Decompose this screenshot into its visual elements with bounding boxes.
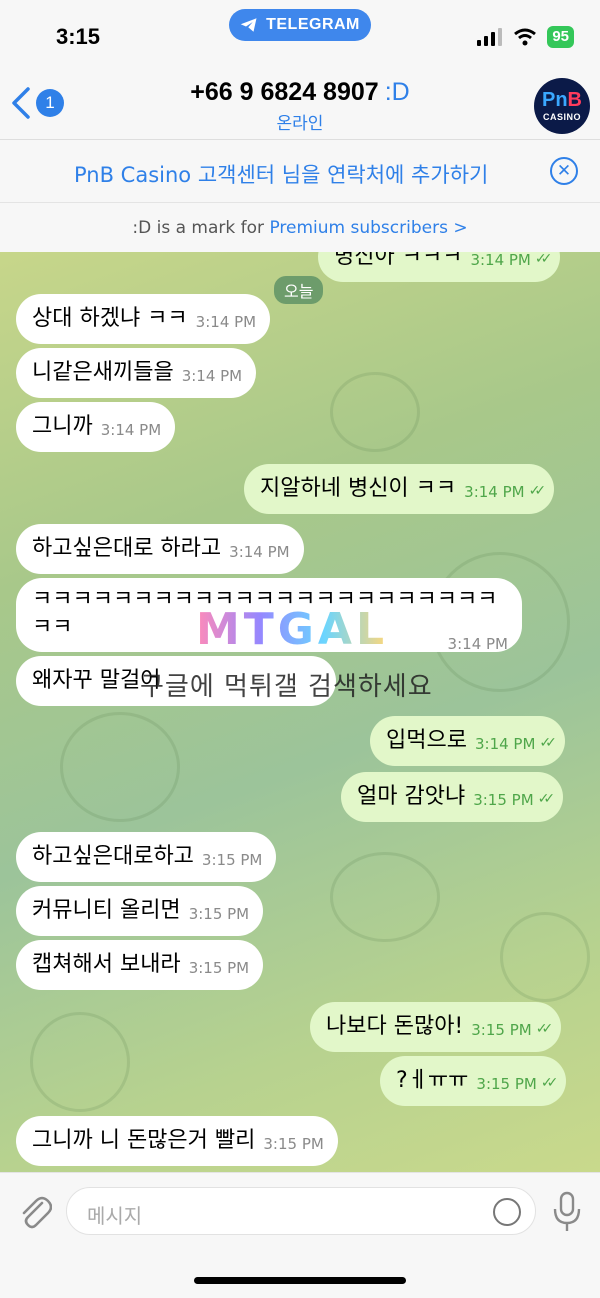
message-text: 지알하네 병신이 ㅋㅋ [260,476,457,501]
chat-header: 1 +66 9 6824 8907:D 온라인 PnB CASINO [0,62,600,140]
avatar[interactable]: PnB CASINO [534,78,590,134]
message-bubble-incoming[interactable]: 커뮤니티 올리면 3:15 PM [16,886,264,936]
status-icons: 95 [477,26,574,48]
premium-notice-text: :D is a mark for [132,218,270,238]
message-bubble-outgoing[interactable]: 병신아 ㅋㅋㅋ 3:14 PM ✓✓ [318,252,561,282]
paperclip-icon[interactable] [16,1191,52,1231]
read-checkmarks-icon: ✓✓ [537,791,556,807]
back-chevron-icon [12,87,30,119]
read-checkmarks-icon: ✓✓ [540,1075,559,1091]
message-time: 3:15 PM [473,791,534,809]
background-doodle [330,852,440,942]
message-bubble-incoming[interactable]: 그니까 니 돈많은거 빨리 3:15 PM [16,1116,338,1166]
message-bubble-incoming[interactable]: 하고싶은대로하고 3:15 PM [16,832,277,882]
message-bubble-incoming[interactable]: 니같은새끼들을 3:14 PM [16,348,257,398]
add-contact-bar: PnB Casino 고객센터 님을 연락처에 추가하기 ✕ [0,141,600,203]
message-time: 3:14 PM [181,367,243,385]
message-time: 3:14 PM [195,313,257,331]
message-text: 나보다 돈많아! [326,1014,464,1039]
background-doodle [330,372,420,452]
message-text: 그니까 [32,414,93,439]
message-text: 하고싶은대로하고 [32,844,194,869]
message-time: 3:14 PM [474,735,536,753]
chat-title: +66 9 6824 8907:D [110,78,490,107]
message-text: 캡쳐해서 보내라 [32,952,181,977]
message-time: 3:14 PM [100,421,162,439]
read-checkmarks-icon: ✓✓ [534,252,553,267]
message-input[interactable]: 메시지 [66,1187,536,1235]
avatar-logo-subtext: CASINO [542,112,581,122]
telegram-pill[interactable]: TELEGRAM [229,9,371,41]
background-doodle [500,912,590,1002]
background-doodle [60,712,180,822]
chat-area[interactable]: 병신아 ㅋㅋㅋ 3:14 PM ✓✓ 오늘 상대 하겠냐 ㅋㅋ 3:14 PM 니같은… [0,252,600,1172]
close-circle-icon[interactable]: ✕ [550,157,578,185]
message-text: ?ㅔㅠㅠ [396,1068,469,1093]
chat-title-area[interactable]: +66 9 6824 8907:D 온라인 [110,78,490,134]
mic-icon[interactable] [552,1189,582,1233]
premium-link[interactable]: Premium subscribers [269,218,447,238]
message-time: 3:15 PM [263,1135,324,1153]
message-bubble-outgoing[interactable]: 얼마 감앗냐 3:15 PM ✓✓ [341,772,564,822]
telegram-pill-label: TELEGRAM [266,16,360,33]
add-contact-link[interactable]: PnB Casino 고객센터 님을 연락처에 추가하기 [74,159,488,189]
message-bubble-incoming[interactable]: 하고싶은대로 하라고 3:14 PM [16,524,304,574]
watermark-logo: MTGAL [196,604,389,655]
avatar-logo-text: PnB [541,89,582,111]
read-checkmarks-icon: ✓✓ [539,735,557,751]
battery-indicator: 95 [547,26,574,48]
message-time: 3:15 PM [188,959,250,977]
message-text: 입먹으로 [386,728,467,753]
message-time: 3:14 PM [447,635,508,653]
message-time: 3:14 PM [470,252,531,269]
message-text: 상대 하겠냐 ㅋㅋ [32,306,188,331]
back-button[interactable]: 1 [10,86,64,120]
wifi-icon [514,28,537,46]
premium-mark: :D [384,78,410,106]
background-doodle [30,1012,130,1112]
telegram-icon [240,18,257,32]
message-time: 3:15 PM [188,905,250,923]
message-bubble-outgoing[interactable]: 입먹으로 3:14 PM ✓✓ [370,716,565,766]
signal-icon [477,28,503,46]
message-time: 3:15 PM [471,1021,532,1039]
sticker-icon[interactable] [493,1198,521,1226]
chevron-right-icon: > [453,218,468,238]
watermark-overlay-text: 구글에 먹튀갤 검색하세요 [140,672,433,702]
message-input-bar: 메시지 [0,1172,600,1298]
message-text: 니같은새끼들을 [32,360,174,385]
message-text: 하고싶은대로 하라고 [32,536,222,561]
read-checkmarks-icon: ✓✓ [528,483,547,499]
status-time: 3:15 [56,24,101,49]
message-bubble-outgoing[interactable]: 나보다 돈많아! 3:15 PM ✓✓ [310,1002,562,1052]
message-bubble-incoming[interactable]: 그니까 3:14 PM [16,402,176,452]
home-indicator [194,1277,406,1284]
message-time: 3:14 PM [464,483,525,501]
date-chip: 오늘 [274,276,324,304]
message-bubble-outgoing[interactable]: ?ㅔㅠㅠ 3:15 PM ✓✓ [380,1056,567,1106]
message-time: 3:15 PM [201,851,263,869]
message-text: 커뮤니티 올리면 [32,898,181,923]
message-text: 얼마 감앗냐 [357,784,466,809]
read-checkmarks-icon: ✓✓ [535,1021,554,1037]
message-time: 3:15 PM [476,1075,537,1093]
status-bar: 3:15 TELEGRAM 95 [0,0,600,62]
premium-notice: :D is a mark for Premium subscribers > [0,204,600,252]
message-bubble-incoming[interactable]: 캡쳐해서 보내라 3:15 PM [16,940,264,990]
message-bubble-outgoing[interactable]: 지알하네 병신이 ㅋㅋ 3:14 PM ✓✓ [244,464,555,514]
message-time: 3:14 PM [229,543,290,561]
message-input-placeholder: 메시지 [87,1204,143,1228]
message-bubble-incoming[interactable]: 상대 하겠냐 ㅋㅋ 3:14 PM [16,294,271,344]
online-status: 온라인 [276,114,324,134]
chat-title-text: +66 9 6824 8907 [190,78,379,106]
message-text: 병신아 ㅋㅋㅋ [334,252,463,269]
message-text: 그니까 니 돈많은거 빨리 [32,1128,256,1153]
unread-badge: 1 [36,89,64,117]
